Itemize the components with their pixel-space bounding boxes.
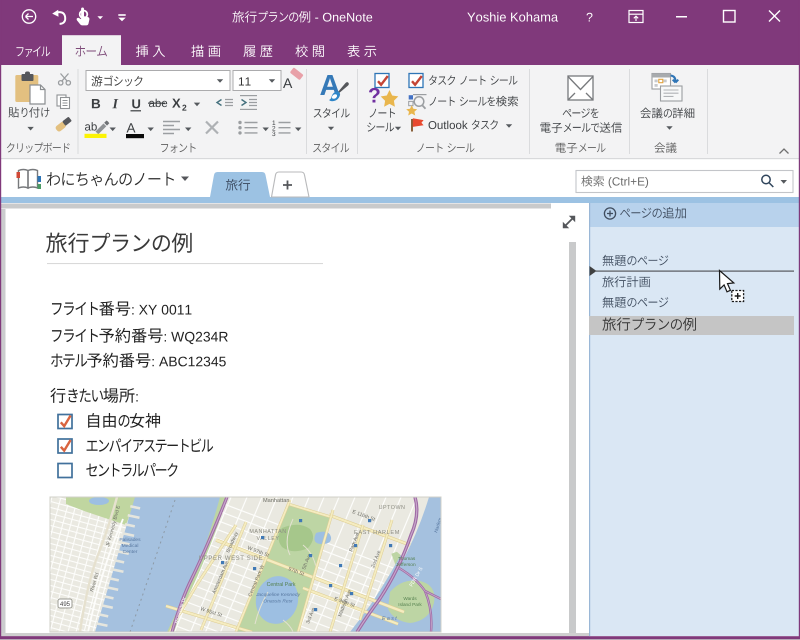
svg-text:495: 495 xyxy=(60,602,71,608)
svg-text:Thomas: Thomas xyxy=(398,556,416,562)
svg-text:Onassis Resr: Onassis Resr xyxy=(263,599,293,605)
svg-text:UPTOWN: UPTOWN xyxy=(379,505,406,511)
svg-text:Manhattan: Manhattan xyxy=(263,498,289,504)
svg-text:Jefferson: Jefferson xyxy=(396,562,416,568)
svg-text:Central Park: Central Park xyxy=(267,582,296,588)
svg-text:EAST HARLEM: EAST HARLEM xyxy=(354,530,400,536)
svg-text:MANHATTAN: MANHATTAN xyxy=(249,529,286,535)
svg-text:Medical: Medical xyxy=(122,543,139,549)
svg-text:E a s t: E a s t xyxy=(382,616,397,622)
svg-text:Island Park: Island Park xyxy=(398,602,422,607)
svg-text:Palisades: Palisades xyxy=(119,537,141,543)
svg-text:VALLEY: VALLEY xyxy=(257,536,280,542)
svg-text:UPPER WEST SIDE: UPPER WEST SIDE xyxy=(199,556,263,562)
svg-text:Wards: Wards xyxy=(403,596,417,601)
svg-text:Center: Center xyxy=(123,549,138,555)
svg-text:Jacqueline Kennedy: Jacqueline Kennedy xyxy=(255,592,301,598)
